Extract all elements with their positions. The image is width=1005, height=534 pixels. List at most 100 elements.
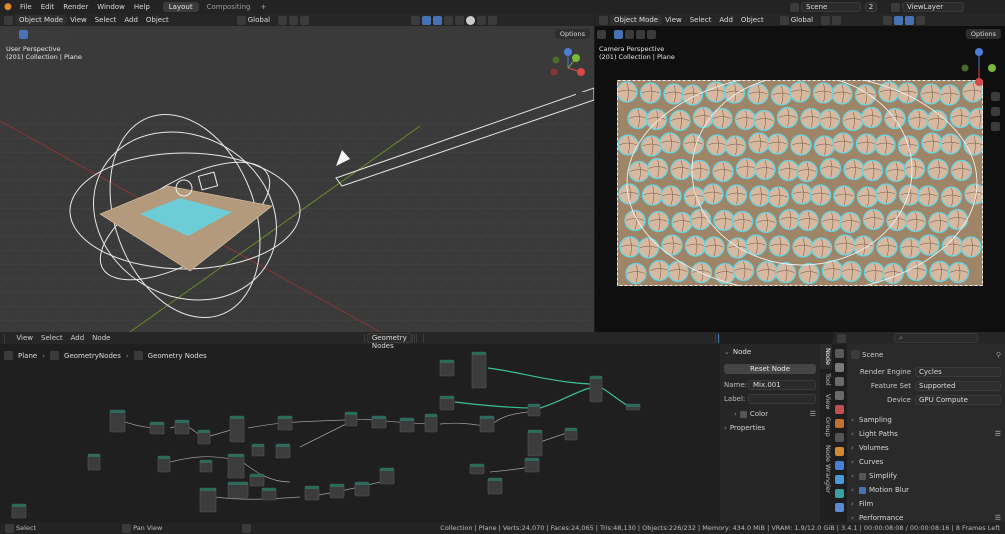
object-tab-icon[interactable] xyxy=(835,447,844,456)
pivot-icon[interactable] xyxy=(821,15,831,25)
viewport-right-menu-object[interactable]: Object xyxy=(741,16,764,24)
world-tab-icon[interactable] xyxy=(835,419,844,428)
select-mode-extend-icon[interactable] xyxy=(30,30,39,39)
viewport-right-menu-select[interactable]: Select xyxy=(690,16,712,24)
viewport-3d-left[interactable]: Object Mode View Select Add Object Globa… xyxy=(0,14,594,332)
physics-tab-icon[interactable] xyxy=(835,489,844,498)
viewport-left-menu-select[interactable]: Select xyxy=(95,16,117,24)
snap-icon[interactable] xyxy=(832,15,842,25)
xray-icon[interactable] xyxy=(444,15,454,25)
feature-set-dropdown[interactable]: Supported xyxy=(915,381,1001,391)
toolbar-toggle-icon[interactable] xyxy=(597,30,606,39)
node-box[interactable] xyxy=(589,375,603,403)
viewport-right-menu-view[interactable]: View xyxy=(665,16,682,24)
color-subpanel[interactable]: › Color ☰ xyxy=(734,410,816,418)
sidebar-tab-view[interactable]: View xyxy=(820,390,832,413)
snap-icon[interactable] xyxy=(289,15,299,25)
camera-view-icon[interactable] xyxy=(576,122,585,131)
blender-logo-icon[interactable]: ● xyxy=(4,2,14,12)
sidebar-tab-node-wrangler[interactable]: Node Wrangler xyxy=(820,441,832,498)
use-color-checkbox[interactable] xyxy=(739,410,747,418)
simplify-checkbox[interactable] xyxy=(859,472,866,480)
render-engine-dropdown[interactable]: Cycles xyxy=(915,367,1001,377)
panel-curves[interactable]: › Curves xyxy=(851,455,1001,469)
label-field[interactable] xyxy=(748,394,816,404)
reset-node-button[interactable]: Reset Node xyxy=(724,364,816,374)
menu-help[interactable]: Help xyxy=(134,3,150,11)
select-box-tool-icon[interactable] xyxy=(19,30,28,39)
select-mode-subtract-icon[interactable] xyxy=(41,30,50,39)
workspace-tab-layout[interactable]: Layout xyxy=(162,2,199,12)
viewport-left-options[interactable]: Options xyxy=(554,29,590,39)
zoom-icon[interactable] xyxy=(991,92,1000,101)
view-layer-tab-icon[interactable] xyxy=(835,391,844,400)
toolbar-toggle-icon[interactable] xyxy=(2,30,11,39)
scene-tab-icon[interactable] xyxy=(835,405,844,414)
list-icon[interactable]: ☰ xyxy=(810,410,816,418)
panel-light-paths[interactable]: › Light Paths ☰ xyxy=(851,427,1001,441)
zoom-icon[interactable] xyxy=(576,92,585,101)
shading-wire-icon[interactable] xyxy=(455,15,465,25)
workspace-tab-compositing[interactable]: Compositing xyxy=(201,2,257,12)
mode-selector[interactable]: Object Mode xyxy=(610,15,663,25)
camera-view-icon[interactable] xyxy=(991,122,1000,131)
gizmo-toggle-icon[interactable] xyxy=(422,15,432,25)
node-box[interactable] xyxy=(471,351,487,389)
viewport-left-menu-add[interactable]: Add xyxy=(124,16,138,24)
panel-simplify[interactable]: › Simplify xyxy=(851,469,1001,483)
pan-hand-icon[interactable] xyxy=(576,107,585,116)
select-box-tool-icon[interactable] xyxy=(614,30,623,39)
tool-tab-icon[interactable] xyxy=(835,349,844,358)
select-mode-intersect-icon[interactable] xyxy=(647,30,656,39)
node-box[interactable] xyxy=(227,453,245,479)
mode-selector[interactable]: Object Mode xyxy=(15,15,68,25)
output-tab-icon[interactable] xyxy=(835,377,844,386)
node-box[interactable] xyxy=(229,415,245,443)
viewport-right-options[interactable]: Options xyxy=(965,29,1001,39)
pivot-icon[interactable] xyxy=(278,15,288,25)
device-dropdown[interactable]: GPU Compute xyxy=(915,395,1001,405)
scene-user-count[interactable]: 2 xyxy=(865,2,877,12)
name-field[interactable]: Mix.001 xyxy=(748,380,816,390)
panel-film[interactable]: › Film xyxy=(851,497,1001,511)
sidebar-tab-tool[interactable]: Tool xyxy=(820,369,832,390)
transform-orientation[interactable]: Global xyxy=(248,16,270,24)
properties-subpanel[interactable]: › Properties xyxy=(724,424,816,432)
transform-orientation[interactable]: Global xyxy=(791,16,813,24)
visibility-icon[interactable] xyxy=(411,15,421,25)
xray-icon[interactable] xyxy=(916,15,926,25)
node-editor[interactable]: View Select Add Node Geometry Nodes Plan… xyxy=(0,332,720,522)
node-box[interactable] xyxy=(109,409,126,433)
sidebar-tab-group[interactable]: Group xyxy=(820,413,832,441)
preset-list-icon[interactable]: ☰ xyxy=(995,427,1001,441)
collection-tab-icon[interactable] xyxy=(835,433,844,442)
menu-edit[interactable]: Edit xyxy=(41,3,55,11)
pin-icon[interactable]: ⚲ xyxy=(996,351,1001,359)
viewport-left-menu-view[interactable]: View xyxy=(70,16,87,24)
node-panel-header[interactable]: ⌄ Node xyxy=(724,348,816,356)
view-layer-selector[interactable]: ViewLayer xyxy=(902,2,964,12)
overlay-toggle-icon[interactable] xyxy=(433,15,443,25)
select-mode-invert-icon[interactable] xyxy=(52,30,61,39)
node-box[interactable] xyxy=(527,429,543,457)
proportional-edit-icon[interactable] xyxy=(300,15,310,25)
select-mode-extend-icon[interactable] xyxy=(625,30,634,39)
motion-blur-checkbox[interactable] xyxy=(859,486,866,494)
render-tab-icon[interactable] xyxy=(835,363,844,372)
visibility-icon[interactable] xyxy=(883,15,893,25)
node-graph[interactable] xyxy=(0,332,720,522)
panel-sampling[interactable]: › Sampling xyxy=(851,413,1001,427)
pan-hand-icon[interactable] xyxy=(991,107,1000,116)
menu-window[interactable]: Window xyxy=(97,3,125,11)
panel-motion-blur[interactable]: › Motion Blur xyxy=(851,483,1001,497)
ortho-grid-icon[interactable] xyxy=(576,137,585,146)
shading-material-icon[interactable] xyxy=(477,15,487,25)
properties-search[interactable]: ⌕ xyxy=(894,333,978,343)
viewport-right-menu-add[interactable]: Add xyxy=(719,16,733,24)
modifier-tab-icon[interactable] xyxy=(835,461,844,470)
viewport-left-menu-object[interactable]: Object xyxy=(146,16,169,24)
particles-tab-icon[interactable] xyxy=(835,475,844,484)
shading-solid-icon[interactable] xyxy=(466,15,476,25)
gizmo-toggle-icon[interactable] xyxy=(894,15,904,25)
constraints-tab-icon[interactable] xyxy=(835,503,844,512)
